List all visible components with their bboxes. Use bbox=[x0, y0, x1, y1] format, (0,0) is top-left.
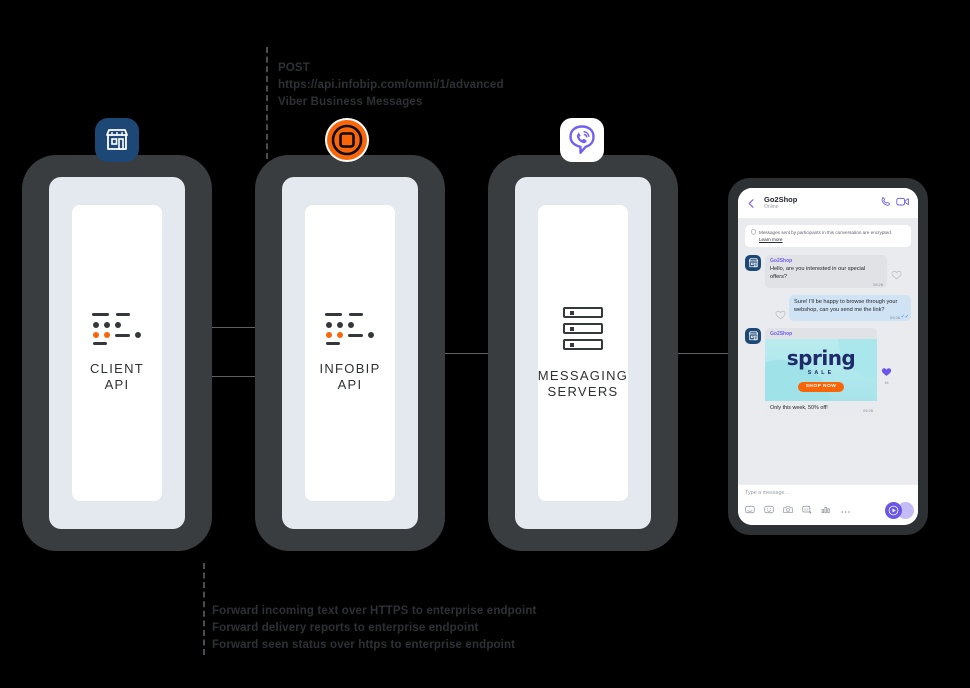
chat-bubble-text: Hello, are you interested in our special… bbox=[770, 266, 866, 280]
node-infobip-api-label: INFOBIP API bbox=[319, 361, 381, 392]
storefront-icon bbox=[95, 118, 139, 162]
annotation-forwarding-line-3: Forward seen status over https to enterp… bbox=[212, 639, 516, 651]
double-check-icon: ✓✓ bbox=[900, 313, 909, 320]
svg-text:GIF: GIF bbox=[804, 507, 809, 511]
chat-message-row: Go2Shop Hello, are you interested in our… bbox=[745, 255, 911, 288]
dashed-guide-top bbox=[266, 47, 268, 159]
annotation-request-line-1: POST bbox=[278, 62, 310, 74]
device-screen: INFOBIP API bbox=[305, 205, 395, 501]
node-messaging-servers[interactable]: MESSAGING SERVERS bbox=[488, 155, 678, 551]
chat-bubble-time: 09:28 bbox=[872, 281, 883, 287]
annotation-forwarding-line-2: Forward delivery reports to enterprise e… bbox=[212, 622, 479, 634]
chat-composer: Type a message... GIF bbox=[738, 484, 918, 525]
lock-shield-icon bbox=[751, 229, 756, 243]
heart-outline-icon[interactable] bbox=[775, 307, 786, 320]
annotation-request-line-2: https://api.infobip.com/omni/1/advanced bbox=[278, 79, 504, 91]
chat-message-row: Sure! I'll be happy to browse through yo… bbox=[745, 295, 911, 321]
emoji-icon[interactable] bbox=[764, 501, 774, 519]
viber-logo-icon bbox=[560, 118, 604, 162]
chat-header-actions bbox=[880, 194, 910, 212]
chat-message-row: Go2Shop spring SALE SHOP NOW Only this w… bbox=[745, 328, 911, 416]
annotation-forwarding-line-1: Forward incoming text over HTTPS to ente… bbox=[212, 605, 537, 617]
chat-header: Go2Shop Online bbox=[738, 188, 918, 219]
server-stack-icon bbox=[563, 306, 603, 350]
chat-bubble-sender: Go2Shop bbox=[770, 258, 793, 264]
chat-bubble-sender: Go2Shop bbox=[770, 331, 793, 337]
annotation-request: POST https://api.infobip.com/omni/1/adva… bbox=[278, 60, 504, 111]
device-bezel: MESSAGING SERVERS bbox=[515, 177, 651, 529]
chat-contact-status: Online bbox=[764, 203, 779, 210]
chat-bubble-promo-card[interactable]: Go2Shop spring SALE SHOP NOW Only this w… bbox=[765, 328, 877, 416]
chat-bubble-time: 09:28 bbox=[862, 408, 873, 413]
device-screen: MESSAGING SERVERS bbox=[538, 205, 628, 501]
back-arrow-icon[interactable] bbox=[746, 198, 757, 209]
node-client-api[interactable]: CLIENT API bbox=[22, 155, 212, 551]
chat-bubble-time: 09:28 bbox=[889, 314, 900, 320]
dashed-guide-bottom bbox=[203, 563, 205, 655]
chat-bubble-outgoing: Sure! I'll be happy to browse through yo… bbox=[789, 295, 911, 321]
video-call-icon[interactable] bbox=[896, 194, 910, 212]
camera-icon[interactable] bbox=[783, 501, 793, 519]
promo-artwork: spring SALE SHOP NOW bbox=[765, 339, 877, 401]
device-screen: CLIENT API bbox=[72, 205, 162, 501]
api-dots-icon bbox=[92, 313, 142, 345]
api-dots-icon bbox=[325, 313, 375, 345]
chat-screen: Go2Shop Online Messages sent by particip… bbox=[738, 188, 918, 525]
promo-art-title: spring bbox=[786, 345, 856, 370]
send-button-icon[interactable] bbox=[885, 502, 902, 519]
annotation-forwarding: Forward incoming text over HTTPS to ente… bbox=[212, 603, 537, 654]
device-chat-preview[interactable]: Go2Shop Online Messages sent by particip… bbox=[728, 178, 928, 535]
diagram-canvas: POST https://api.infobip.com/omni/1/adva… bbox=[0, 0, 970, 688]
heart-outline-icon[interactable] bbox=[891, 267, 902, 280]
chat-contact: Go2Shop Online bbox=[764, 194, 880, 211]
promo-caption: Only this week, 50% off! 09:28 bbox=[765, 401, 877, 416]
avatar bbox=[745, 255, 761, 271]
node-messaging-servers-label: MESSAGING SERVERS bbox=[537, 367, 629, 399]
reaction-count: 46 bbox=[884, 381, 889, 385]
node-client-api-label: CLIENT API bbox=[89, 361, 145, 392]
message-input[interactable]: Type a message... bbox=[745, 490, 911, 496]
chat-bubble-text: Sure! I'll be happy to browse through yo… bbox=[794, 299, 898, 313]
shop-now-button[interactable]: SHOP NOW bbox=[797, 381, 845, 392]
chat-message-list[interactable]: Messages sent by participants in this co… bbox=[738, 219, 918, 484]
chat-contact-name: Go2Shop bbox=[764, 194, 798, 204]
promo-art-subtitle: SALE bbox=[807, 369, 835, 376]
node-infobip-api[interactable]: INFOBIP API bbox=[255, 155, 445, 551]
encryption-notice: Messages sent by participants in this co… bbox=[745, 225, 911, 247]
annotation-request-line-3: Viber Business Messages bbox=[278, 96, 423, 108]
phone-call-icon[interactable] bbox=[880, 194, 891, 212]
more-icon[interactable] bbox=[840, 501, 851, 519]
poll-icon[interactable] bbox=[821, 501, 831, 519]
device-bezel: CLIENT API bbox=[49, 177, 185, 529]
sticker-icon[interactable] bbox=[745, 501, 755, 519]
infobip-logo-icon bbox=[325, 118, 369, 162]
chat-bubble-incoming: Go2Shop Hello, are you interested in our… bbox=[765, 255, 887, 288]
device-bezel: INFOBIP API bbox=[282, 177, 418, 529]
learn-more-link[interactable]: Learn more bbox=[759, 237, 783, 242]
avatar bbox=[745, 328, 761, 344]
promo-caption-text: Only this week, 50% off! bbox=[770, 405, 828, 411]
heart-filled-icon[interactable]: 46 bbox=[881, 364, 892, 385]
gif-icon[interactable]: GIF bbox=[802, 501, 812, 519]
encryption-notice-text: Messages sent by participants in this co… bbox=[759, 230, 893, 235]
